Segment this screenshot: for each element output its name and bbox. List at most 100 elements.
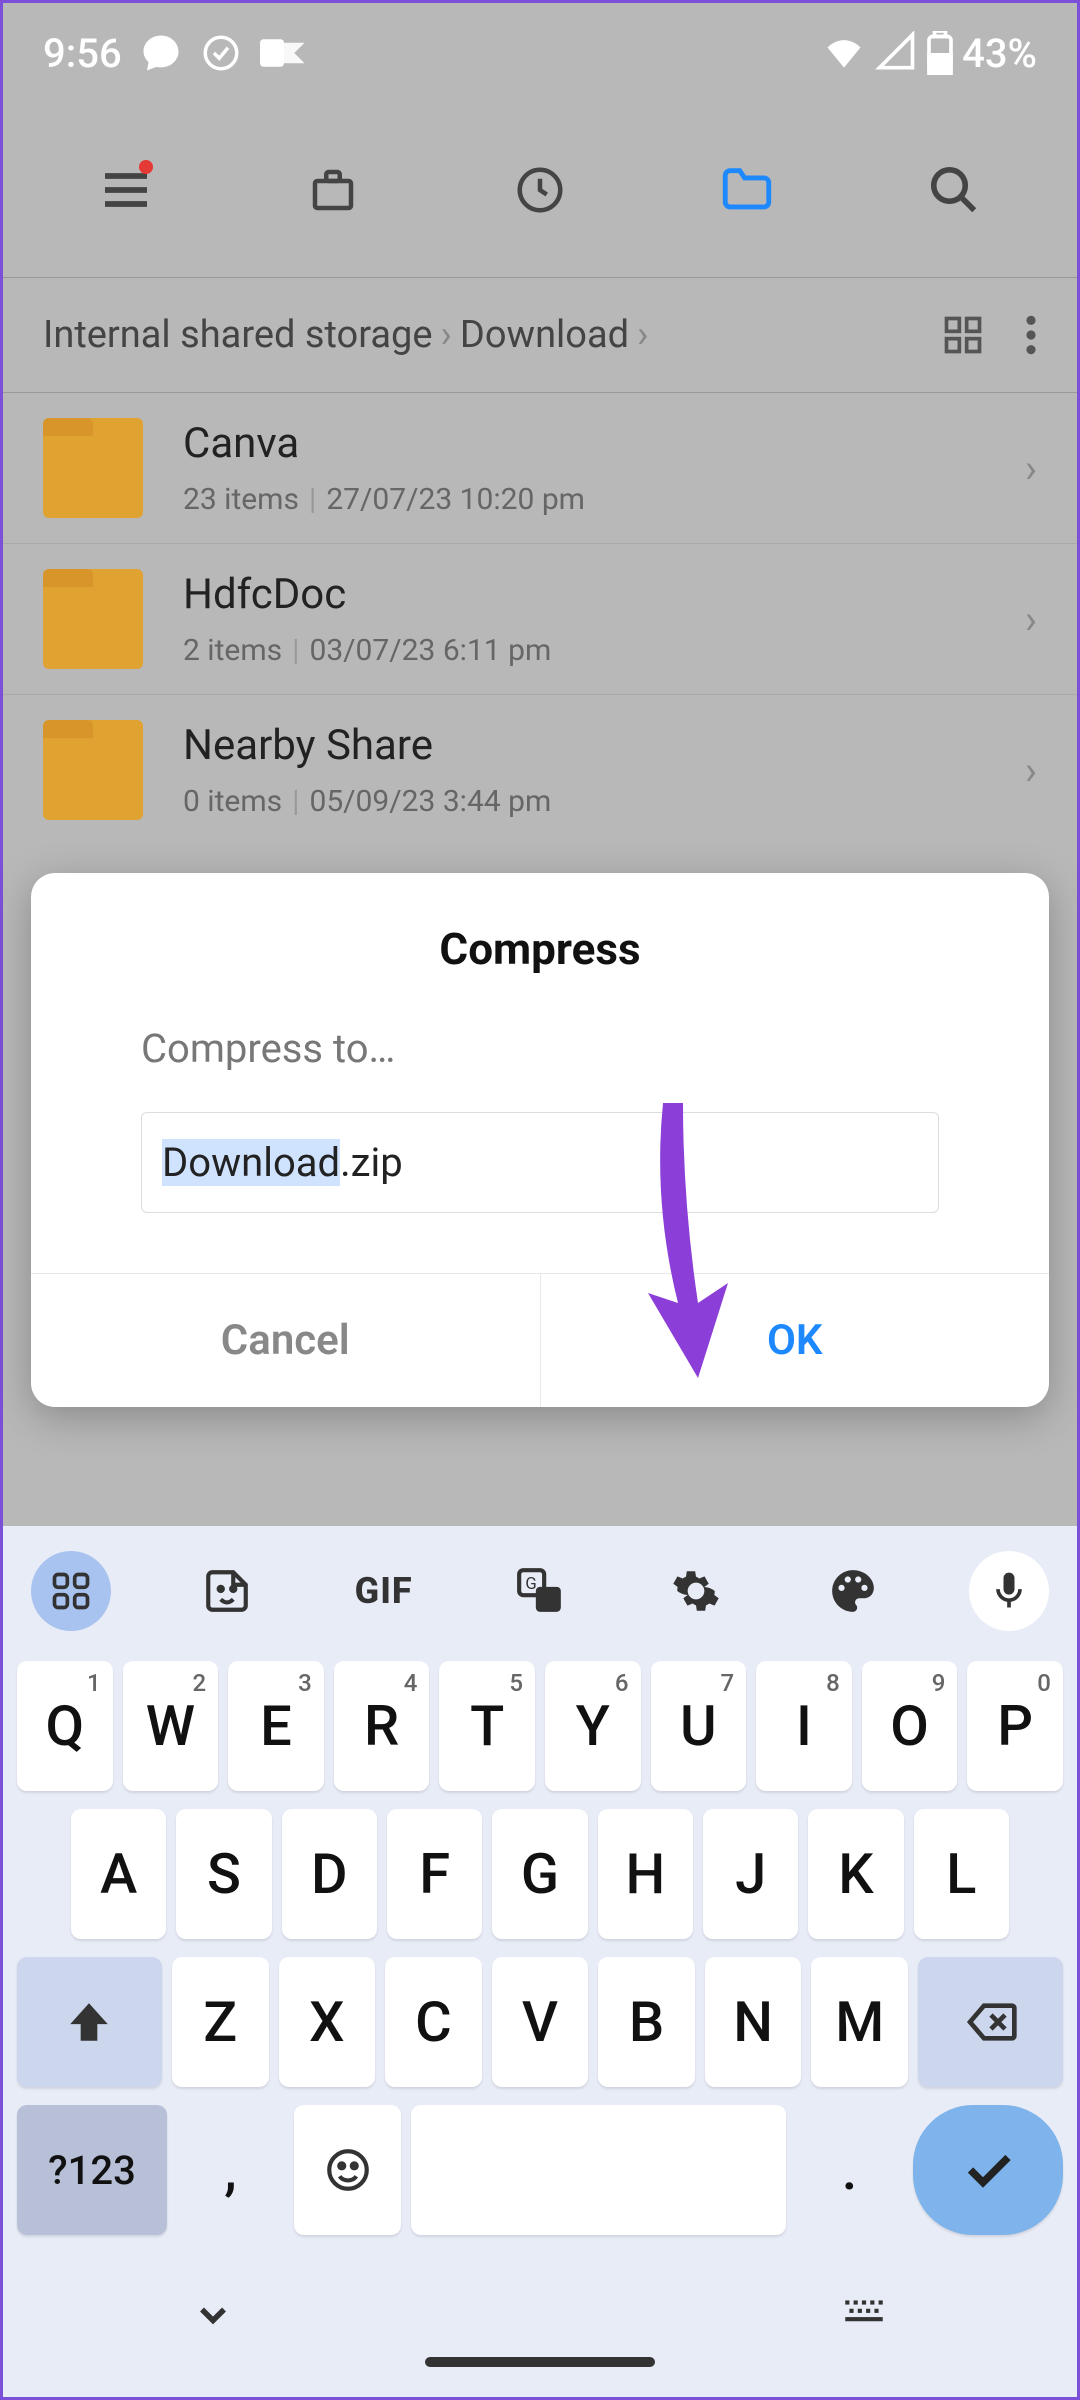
- key-i[interactable]: I8: [756, 1661, 852, 1791]
- chat-icon: [140, 32, 182, 74]
- key-u[interactable]: U7: [651, 1661, 747, 1791]
- kb-sticker-button[interactable]: [187, 1551, 267, 1631]
- key-t[interactable]: T5: [439, 1661, 535, 1791]
- folder-icon: [43, 720, 143, 820]
- menu-button[interactable]: [91, 155, 161, 225]
- file-meta: 2 items|03/07/23 6:11 pm: [183, 633, 1025, 668]
- chevron-right-icon: ›: [637, 313, 648, 357]
- tab-work[interactable]: [298, 155, 368, 225]
- home-indicator[interactable]: [425, 2357, 655, 2367]
- app-header: [3, 103, 1077, 278]
- key-e[interactable]: E3: [228, 1661, 324, 1791]
- key-h[interactable]: H: [598, 1809, 693, 1939]
- period-key[interactable]: .: [796, 2105, 903, 2235]
- key-c[interactable]: C: [385, 1957, 482, 2087]
- collapse-keyboard-button[interactable]: [191, 2293, 235, 2337]
- space-key[interactable]: [411, 2105, 786, 2235]
- list-item[interactable]: Nearby Share 0 items|05/09/23 3:44 pm ›: [3, 695, 1077, 845]
- outlook-icon: [260, 32, 308, 74]
- kb-translate-button[interactable]: G: [500, 1551, 580, 1631]
- file-meta: 23 items|27/07/23 10:20 pm: [183, 482, 1025, 517]
- dialog-title: Compress: [31, 873, 1049, 1005]
- chevron-right-icon: ›: [1025, 596, 1037, 643]
- chevron-right-icon: ›: [1025, 445, 1037, 492]
- file-meta: 0 items|05/09/23 3:44 pm: [183, 784, 1025, 819]
- key-w[interactable]: W2: [123, 1661, 219, 1791]
- key-k[interactable]: K: [808, 1809, 903, 1939]
- filename-input[interactable]: Download.zip: [141, 1112, 939, 1213]
- sticker-icon: [202, 1566, 252, 1616]
- key-z[interactable]: Z: [172, 1957, 269, 2087]
- kb-apps-button[interactable]: [31, 1551, 111, 1631]
- key-a[interactable]: A: [71, 1809, 166, 1939]
- battery-percent: 43%: [962, 30, 1037, 77]
- cancel-button[interactable]: Cancel: [31, 1274, 541, 1407]
- kb-theme-button[interactable]: [813, 1551, 893, 1631]
- key-o[interactable]: O9: [862, 1661, 958, 1791]
- palette-icon: [828, 1566, 878, 1616]
- breadcrumb-current[interactable]: Download: [460, 313, 629, 357]
- file-list: Canva 23 items|27/07/23 10:20 pm › HdfcD…: [3, 393, 1077, 845]
- kb-voice-button[interactable]: [969, 1551, 1049, 1631]
- sync-icon: [200, 32, 242, 74]
- key-b[interactable]: B: [598, 1957, 695, 2087]
- symbols-key[interactable]: ?123: [17, 2105, 167, 2235]
- microphone-icon: [987, 1569, 1031, 1613]
- kb-settings-button[interactable]: [656, 1551, 736, 1631]
- key-v[interactable]: V: [492, 1957, 589, 2087]
- check-icon: [958, 2140, 1018, 2200]
- key-x[interactable]: X: [279, 1957, 376, 2087]
- annotation-arrow: [623, 1103, 743, 1383]
- breadcrumb[interactable]: Internal shared storage › Download ›: [43, 313, 941, 357]
- dialog-subtitle: Compress to…: [31, 1005, 1049, 1112]
- key-y[interactable]: Y6: [545, 1661, 641, 1791]
- key-q[interactable]: Q1: [17, 1661, 113, 1791]
- file-name: Canva: [183, 419, 1025, 468]
- enter-key[interactable]: [913, 2105, 1063, 2235]
- key-l[interactable]: L: [914, 1809, 1009, 1939]
- keyboard-switch-icon[interactable]: [839, 2293, 889, 2337]
- backspace-key[interactable]: [918, 1957, 1063, 2087]
- key-r[interactable]: R4: [334, 1661, 430, 1791]
- tab-files[interactable]: [712, 155, 782, 225]
- key-j[interactable]: J: [703, 1809, 798, 1939]
- svg-text:G: G: [525, 1575, 536, 1594]
- grid-view-button[interactable]: [941, 313, 985, 357]
- chevron-right-icon: ›: [1025, 747, 1037, 794]
- key-n[interactable]: N: [705, 1957, 802, 2087]
- search-icon: [927, 163, 981, 217]
- folder-icon: [43, 569, 143, 669]
- folder-icon: [43, 418, 143, 518]
- emoji-key[interactable]: [294, 2105, 401, 2235]
- list-item[interactable]: Canva 23 items|27/07/23 10:20 pm ›: [3, 393, 1077, 544]
- shift-icon: [64, 1997, 114, 2047]
- more-button[interactable]: [1025, 313, 1037, 357]
- file-name: HdfcDoc: [183, 570, 1025, 619]
- comma-key[interactable]: ,: [177, 2105, 284, 2235]
- key-d[interactable]: D: [282, 1809, 377, 1939]
- breadcrumb-root[interactable]: Internal shared storage: [43, 313, 432, 357]
- clock-icon: [513, 163, 567, 217]
- compress-dialog: Compress Compress to… Download.zip Cance…: [31, 873, 1049, 1407]
- key-m[interactable]: M: [811, 1957, 908, 2087]
- ok-button[interactable]: OK: [541, 1274, 1050, 1407]
- shift-key[interactable]: [17, 1957, 162, 2087]
- search-button[interactable]: [919, 155, 989, 225]
- folder-icon: [718, 161, 776, 219]
- kb-gif-button[interactable]: GIF: [344, 1551, 424, 1631]
- chevron-right-icon: ›: [440, 313, 451, 357]
- status-bar: 9:56 43%: [3, 3, 1077, 103]
- translate-icon: G: [515, 1566, 565, 1616]
- key-p[interactable]: P0: [967, 1661, 1063, 1791]
- key-g[interactable]: G: [492, 1809, 587, 1939]
- keyboard: GIF G Q1W2E3R4T5Y6U7I8O9P0 ASDFGHJKL ZXC…: [3, 1526, 1077, 2397]
- key-f[interactable]: F: [387, 1809, 482, 1939]
- tab-recent[interactable]: [505, 155, 575, 225]
- status-time: 9:56: [43, 30, 122, 77]
- signal-icon: [874, 31, 918, 75]
- emoji-icon: [323, 2145, 373, 2195]
- battery-icon: [926, 31, 954, 75]
- key-s[interactable]: S: [176, 1809, 271, 1939]
- briefcase-icon: [306, 163, 360, 217]
- list-item[interactable]: HdfcDoc 2 items|03/07/23 6:11 pm ›: [3, 544, 1077, 695]
